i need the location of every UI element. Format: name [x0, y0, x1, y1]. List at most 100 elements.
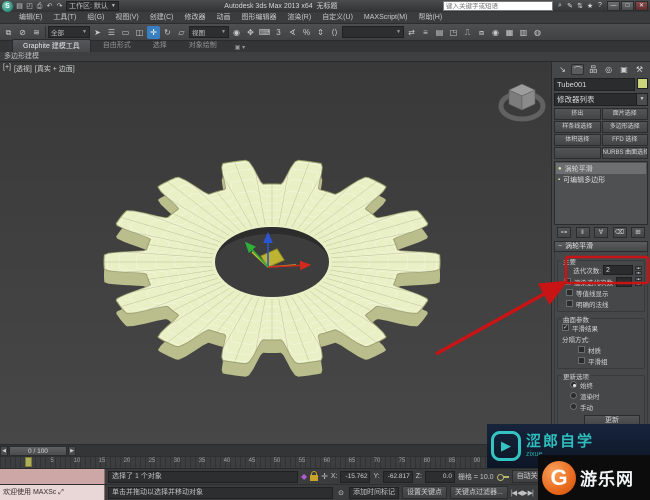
select-by-name-icon[interactable]: ☰ [105, 26, 118, 39]
ribbon-tab[interactable]: 对象绘制 [179, 39, 227, 52]
modifier-button[interactable]: 体积选择 [554, 134, 601, 146]
unlink-selection-icon[interactable]: ⊘ [16, 26, 29, 39]
ribbon-tab[interactable]: 选择 [143, 39, 177, 52]
update-always-radio[interactable] [570, 381, 577, 388]
render-setup-icon[interactable]: ▦ [503, 26, 516, 39]
menu-item[interactable]: 图形编辑器 [236, 12, 281, 23]
modifier-button[interactable] [554, 147, 601, 159]
material-editor-icon[interactable]: ◉ [489, 26, 502, 39]
undo-icon[interactable]: ↶ [45, 1, 54, 12]
menu-item[interactable]: 工具(T) [48, 12, 81, 23]
add-time-tag[interactable]: 添加时间标记 [349, 487, 399, 499]
pin-stack-icon[interactable]: ⊶ [557, 227, 571, 238]
remove-modifier-icon[interactable]: ⌫ [613, 227, 627, 238]
render-iterations-checkbox[interactable] [564, 278, 571, 285]
bind-to-spacewarp-icon[interactable]: ≋ [30, 26, 43, 39]
modifier-button[interactable]: 样条线选择 [554, 121, 601, 133]
ribbon-panel-polygon-modeling[interactable]: 多边形建模 [0, 52, 650, 62]
curve-editor-icon[interactable]: ⎍ [461, 26, 474, 39]
z-coordinate-field[interactable]: 0.0 [425, 471, 455, 483]
key-filters-button[interactable]: 关键点过滤器... [450, 486, 508, 499]
time-slider[interactable]: ◀ 0 / 100 ▶ [0, 444, 552, 456]
menu-item[interactable]: 渲染(R) [282, 12, 316, 23]
schematic-view-icon[interactable]: ⧈ [475, 26, 488, 39]
select-and-link-icon[interactable]: ⧉ [2, 26, 15, 39]
render-production-icon[interactable]: ◍ [531, 26, 544, 39]
hierarchy-tab-icon[interactable]: 品 [587, 64, 600, 75]
playback-controls[interactable]: |◀ ◀ ▶ ▶| [511, 489, 533, 497]
modifier-button[interactable]: NURBS 曲面选择 [602, 147, 649, 159]
favorites-icon[interactable]: ★ [585, 2, 595, 10]
rendered-frame-icon[interactable]: ▥ [517, 26, 530, 39]
maximize-button[interactable]: □ [621, 1, 634, 11]
iterations-spinner[interactable]: ▲▼ [635, 266, 642, 275]
maxscript-mini-listener[interactable] [0, 469, 105, 484]
viewcube[interactable] [501, 84, 543, 119]
open-file-icon[interactable]: ◰ [25, 1, 34, 12]
render-iterations-field[interactable] [616, 277, 632, 287]
percent-snap-icon[interactable]: % [300, 26, 313, 39]
viewport-general-menu[interactable]: [+] [3, 64, 11, 74]
named-selection-dropdown[interactable]: ▼ [342, 26, 404, 38]
object-name-field[interactable]: Tube001 [554, 78, 635, 91]
materials-checkbox[interactable] [578, 346, 585, 353]
smoothing-groups-checkbox[interactable] [578, 357, 585, 364]
configure-modifier-sets-icon[interactable]: ⊞ [631, 227, 645, 238]
modifier-button[interactable]: 多边形选择 [602, 121, 649, 133]
align-icon[interactable]: ≡ [419, 26, 432, 39]
new-scene-icon[interactable]: ▤ [15, 1, 24, 12]
update-when-rendering-radio[interactable] [570, 392, 577, 399]
rectangular-region-icon[interactable]: ▭ [119, 26, 132, 39]
menu-item[interactable]: 帮助(H) [413, 12, 447, 23]
edit-named-selection-icon[interactable]: ⟨⟩ [328, 26, 341, 39]
create-tab-icon[interactable]: ↘ [556, 64, 569, 75]
mirror-icon[interactable]: ⇄ [405, 26, 418, 39]
reference-coordinate-dropdown[interactable]: 视图▼ [189, 26, 229, 38]
select-and-move-icon[interactable]: ✛ [147, 26, 160, 39]
explicit-normals-checkbox[interactable] [566, 300, 573, 307]
stack-item-turbosmooth[interactable]: ● 涡轮平滑 [556, 163, 646, 174]
help-icon[interactable]: ? [595, 2, 605, 10]
use-pivot-center-icon[interactable]: ◉ [230, 26, 243, 39]
keyboard-override-icon[interactable]: ⌨ [258, 26, 271, 39]
snaps-toggle-icon[interactable]: 3 [272, 26, 285, 39]
iterations-field[interactable]: 2 [603, 265, 633, 275]
minimize-button[interactable]: — [607, 1, 620, 11]
spinner-snap-icon[interactable]: ⇕ [314, 26, 327, 39]
search-icon[interactable]: ⌕ [555, 2, 565, 10]
menu-item[interactable]: 编辑(E) [14, 12, 47, 23]
modifier-list-dropdown[interactable]: 修改器列表 ▼ [554, 93, 648, 106]
select-and-rotate-icon[interactable]: ↻ [161, 26, 174, 39]
modify-tab-icon[interactable]: ⌒ [571, 64, 584, 75]
render-iterations-spinner[interactable]: ▲▼ [635, 277, 642, 286]
motion-tab-icon[interactable]: ◎ [602, 64, 615, 75]
ribbon-options-icon[interactable]: ▣ ▾ [229, 43, 251, 52]
menu-item[interactable]: 组(G) [82, 12, 109, 23]
make-unique-icon[interactable]: ∀ [594, 227, 608, 238]
menu-item[interactable]: 动画 [211, 12, 235, 23]
utilities-tab-icon[interactable]: ⚒ [633, 64, 646, 75]
manage-layers-icon[interactable]: ▤ [433, 26, 446, 39]
rollout-header[interactable]: − 涡轮平滑 [554, 241, 648, 252]
update-manually-radio[interactable] [570, 403, 577, 410]
modifier-button[interactable]: 面片选择 [602, 108, 649, 120]
viewport-pov-menu[interactable]: [透视] [14, 64, 32, 74]
menu-item[interactable]: 修改器 [179, 12, 210, 23]
app-logo-icon[interactable]: S [2, 1, 13, 12]
track-bar[interactable]: 5101520253035404550556065707580859095100 [0, 456, 552, 468]
set-key-button[interactable]: 设置关键点 [402, 486, 447, 499]
select-and-manipulate-icon[interactable]: ✥ [244, 26, 257, 39]
object-color-swatch[interactable] [637, 78, 648, 89]
display-tab-icon[interactable]: ▣ [618, 64, 631, 75]
angle-snap-icon[interactable]: ∢ [286, 26, 299, 39]
exchange-icon[interactable]: ⇅ [575, 2, 585, 10]
menu-item[interactable]: 自定义(U) [317, 12, 358, 23]
menu-item[interactable]: MAXScript(M) [359, 12, 413, 23]
show-end-result-icon[interactable]: ‖ [576, 227, 590, 238]
save-file-icon[interactable]: ⎙ [35, 1, 44, 12]
menu-item[interactable]: 创建(C) [145, 12, 179, 23]
perspective-viewport[interactable]: [+] [透视] [真实 + 边面] [0, 62, 552, 444]
next-frame-icon[interactable]: ▶ [68, 446, 76, 456]
workspace-dropdown[interactable]: 工作区: 默认▼ [66, 1, 119, 11]
pen-icon[interactable]: ✎ [565, 2, 575, 10]
